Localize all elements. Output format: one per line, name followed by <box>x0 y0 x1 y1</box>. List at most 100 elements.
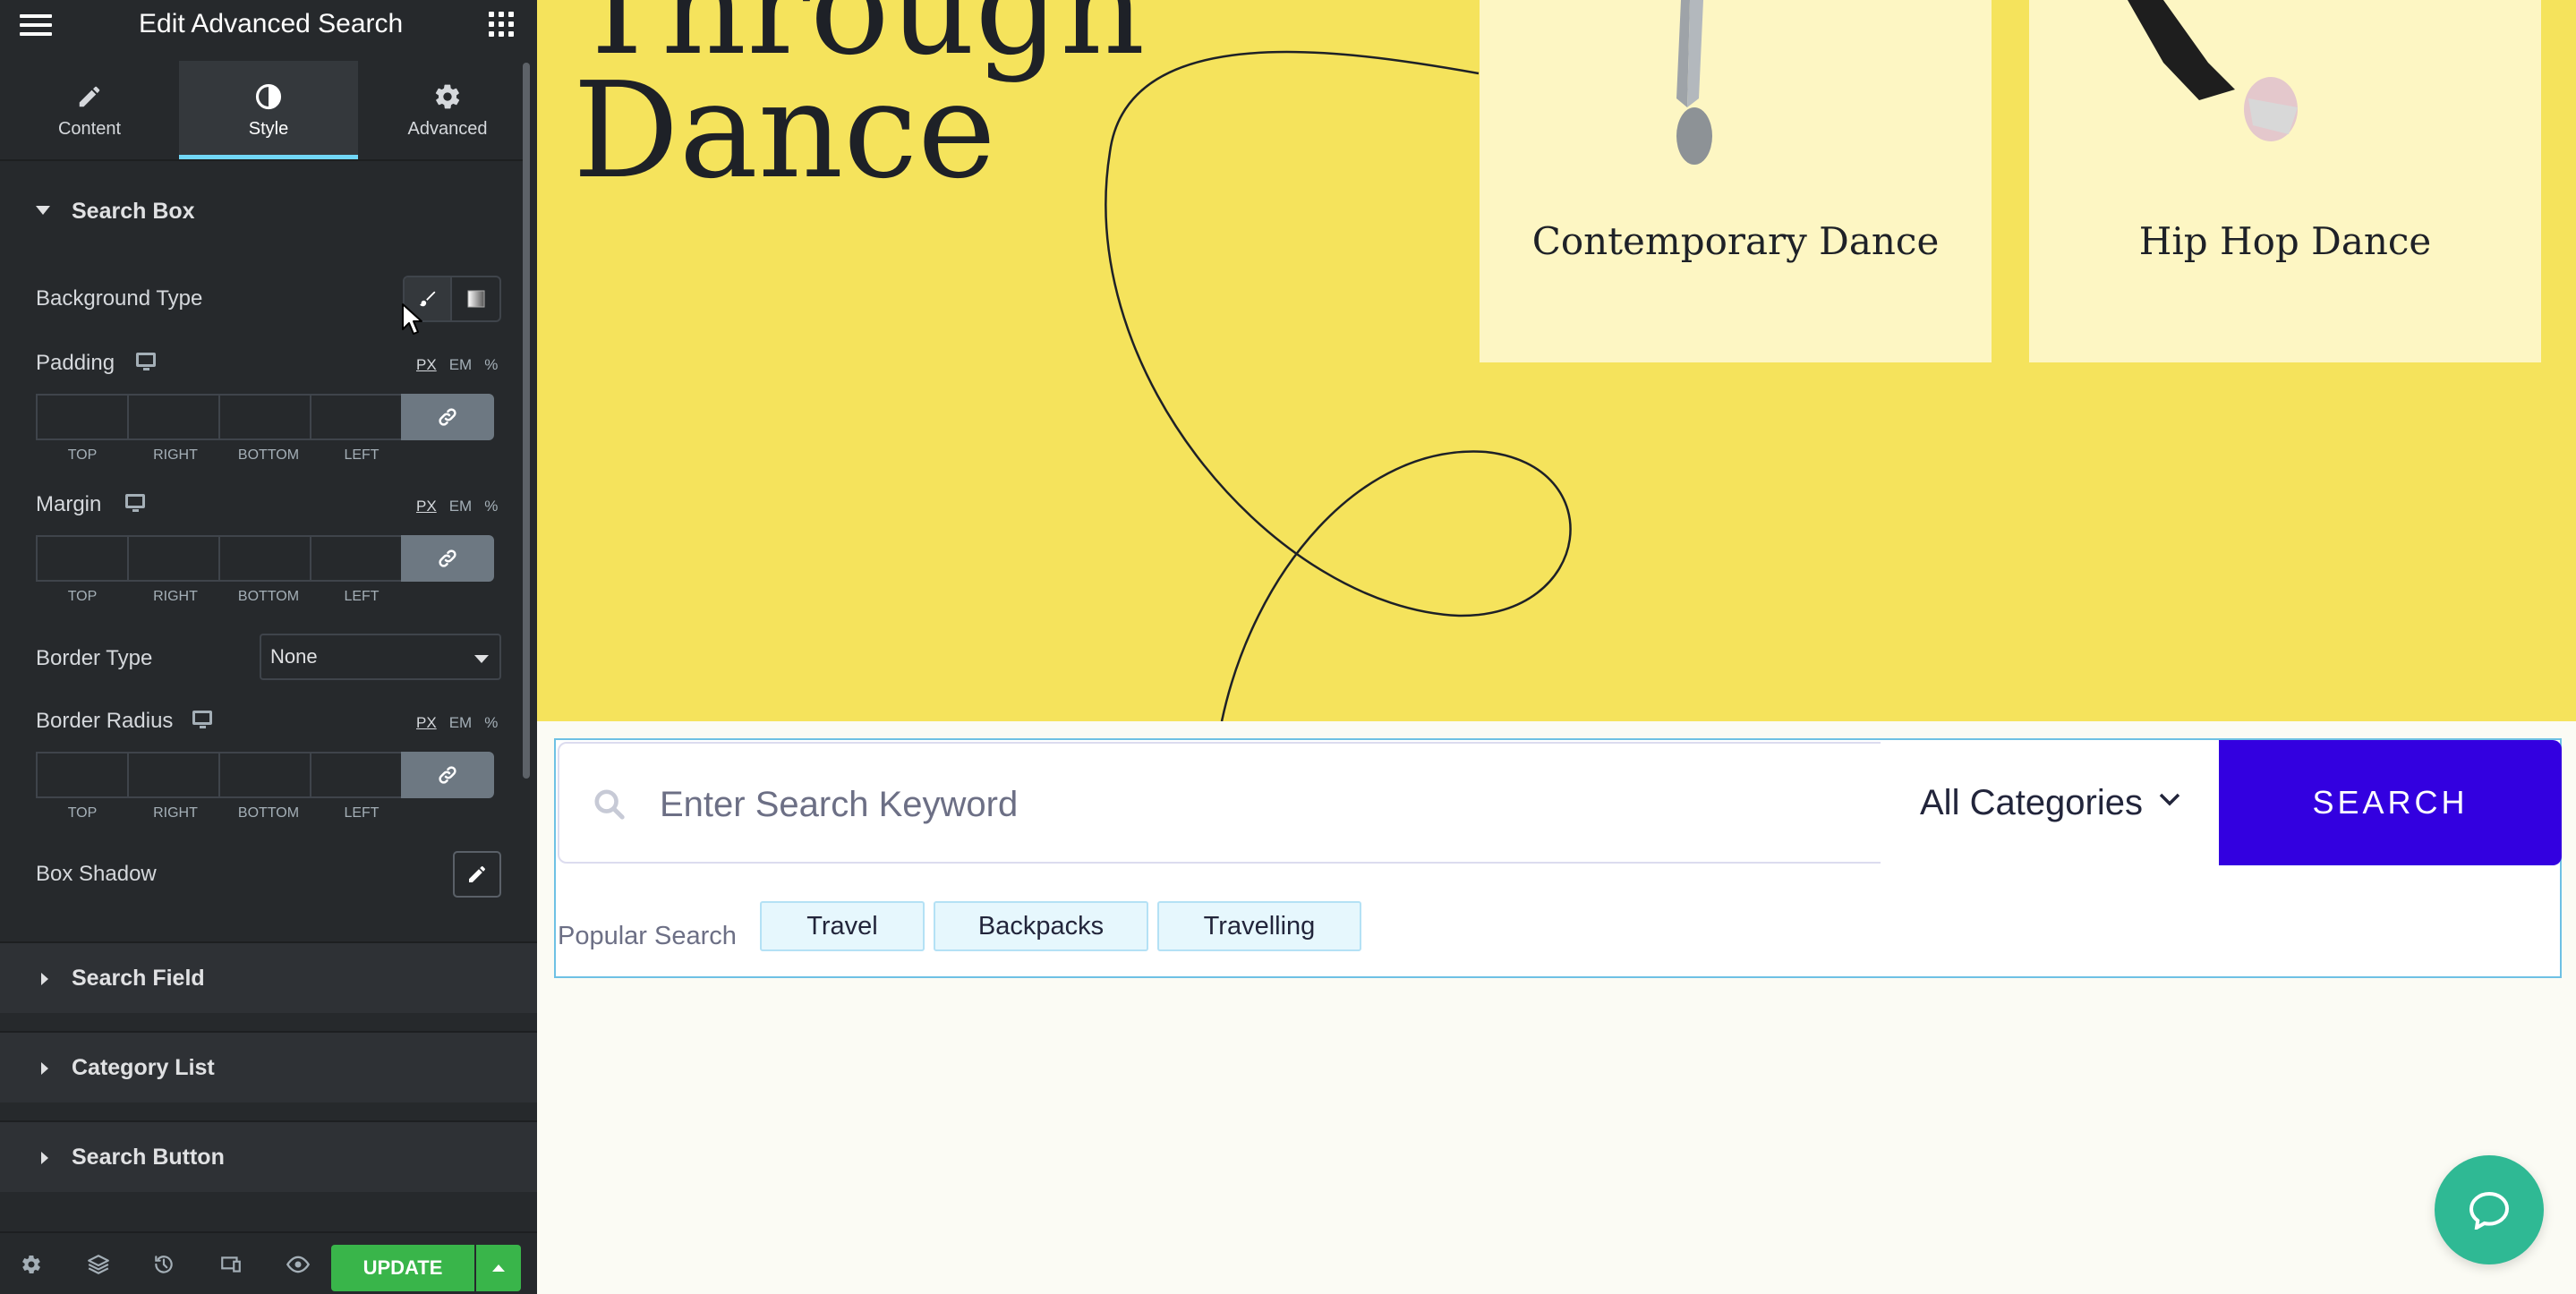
gradient-icon[interactable] <box>452 277 499 320</box>
popular-tag[interactable]: Backpacks <box>934 901 1148 951</box>
tab-advanced[interactable]: Advanced <box>358 61 537 159</box>
dim-label-top: TOP <box>67 589 98 604</box>
half-circle-icon <box>255 82 282 111</box>
popular-search-label: Popular Search <box>558 922 737 950</box>
unit-em[interactable]: EM <box>449 714 473 732</box>
dim-label-top: TOP <box>67 805 98 821</box>
link-values-icon[interactable] <box>401 394 494 440</box>
dim-label-right: RIGHT <box>153 805 198 821</box>
margin-dimensions <box>36 535 501 582</box>
chat-bubble-icon[interactable] <box>2435 1155 2544 1264</box>
dim-label-left: LEFT <box>344 447 380 463</box>
radius-left-input[interactable] <box>310 752 403 798</box>
unit-em[interactable]: EM <box>449 498 473 515</box>
hero-section: Through Dance Contemporary Dance Hip Hop… <box>537 0 2576 721</box>
unit-percent[interactable]: % <box>484 356 498 374</box>
dancer-image <box>2128 0 2298 141</box>
caret-right-icon <box>41 1152 48 1164</box>
layers-icon[interactable] <box>85 1251 112 1278</box>
tab-advanced-label: Advanced <box>407 119 488 139</box>
radius-bottom-input[interactable] <box>218 752 311 798</box>
dance-card[interactable]: Contemporary Dance <box>1480 0 1992 362</box>
dim-label-right: RIGHT <box>153 589 198 604</box>
margin-label: Margin <box>36 492 102 516</box>
section-search-box-header[interactable]: Search Box <box>0 179 524 243</box>
section-search-button[interactable]: Search Button <box>0 1120 537 1192</box>
border-radius-units: PX EM % <box>416 714 498 732</box>
desktop-icon[interactable] <box>136 353 156 370</box>
tab-content-label: Content <box>57 119 122 139</box>
padding-left-input[interactable] <box>310 394 403 440</box>
section-title: Search Box <box>72 198 195 224</box>
popular-tag[interactable]: Travelling <box>1157 901 1361 951</box>
padding-dimensions <box>36 394 501 440</box>
section-title: Search Field <box>72 965 205 991</box>
padding-bottom-input[interactable] <box>218 394 311 440</box>
section-title: Category List <box>72 1054 215 1080</box>
caret-right-icon <box>41 1062 48 1075</box>
dim-label-bottom: BOTTOM <box>237 447 300 463</box>
border-type-label: Border Type <box>36 646 153 670</box>
border-radius-dimensions <box>36 752 501 798</box>
link-values-icon[interactable] <box>401 535 494 582</box>
dim-label-right: RIGHT <box>153 447 198 463</box>
responsive-icon[interactable] <box>218 1251 244 1278</box>
mouse-cursor-icon <box>402 303 422 335</box>
tab-style[interactable]: Style <box>179 61 358 159</box>
margin-bottom-input[interactable] <box>218 535 311 582</box>
unit-px[interactable]: PX <box>416 498 437 515</box>
desktop-icon[interactable] <box>125 494 145 512</box>
dancer-image <box>1676 0 1712 165</box>
border-radius-label: Border Radius <box>36 709 174 733</box>
history-icon[interactable] <box>150 1251 177 1278</box>
dance-card[interactable]: Hip Hop Dance <box>2029 0 2541 362</box>
search-button[interactable]: SEARCH <box>2219 740 2562 865</box>
margin-right-input[interactable] <box>127 535 220 582</box>
padding-right-input[interactable] <box>127 394 220 440</box>
section-search-field[interactable]: Search Field <box>0 941 537 1013</box>
margin-left-input[interactable] <box>310 535 403 582</box>
category-select[interactable]: All Categories <box>1881 742 2221 864</box>
tab-content[interactable]: Content <box>0 61 179 159</box>
popular-tag[interactable]: Travel <box>760 901 925 951</box>
unit-em[interactable]: EM <box>449 356 473 374</box>
edit-pencil-icon[interactable] <box>453 851 501 898</box>
pencil-icon <box>76 82 103 111</box>
dim-label-bottom: BOTTOM <box>237 589 300 604</box>
divider <box>0 159 524 161</box>
chevron-down-icon <box>2159 793 2180 806</box>
unit-percent[interactable]: % <box>484 714 498 732</box>
eye-icon[interactable] <box>285 1251 311 1278</box>
panel-title: Edit Advanced Search <box>139 9 404 38</box>
link-values-icon[interactable] <box>401 752 494 798</box>
radius-right-input[interactable] <box>127 752 220 798</box>
section-category-list[interactable]: Category List <box>0 1031 537 1102</box>
unit-px[interactable]: PX <box>416 714 437 732</box>
unit-px[interactable]: PX <box>416 356 437 374</box>
desktop-icon[interactable] <box>192 711 212 728</box>
tab-style-label: Style <box>248 119 289 139</box>
padding-units: PX EM % <box>416 356 498 374</box>
panel-scrollbar[interactable] <box>523 63 530 779</box>
border-type-select[interactable]: None <box>260 634 501 680</box>
update-button[interactable]: UPDATE <box>331 1245 474 1291</box>
box-shadow-label: Box Shadow <box>36 862 157 886</box>
margin-top-input[interactable] <box>36 535 129 582</box>
settings-gear-icon[interactable] <box>18 1251 45 1278</box>
caret-up-icon[interactable] <box>476 1245 521 1291</box>
search-input[interactable] <box>660 744 1823 865</box>
hero-heading-line: Dance <box>573 54 996 208</box>
editor-panel: Edit Advanced Search Content Style Advan… <box>0 0 537 1294</box>
caret-right-icon <box>41 973 48 985</box>
unit-percent[interactable]: % <box>484 498 498 515</box>
dim-label-top: TOP <box>67 447 98 463</box>
radius-dim-labels: TOP RIGHT BOTTOM LEFT <box>36 805 408 822</box>
search-icon <box>594 789 625 820</box>
radius-top-input[interactable] <box>36 752 129 798</box>
hamburger-menu-icon[interactable] <box>20 13 52 38</box>
search-box[interactable] <box>558 742 1882 865</box>
widgets-grid-icon[interactable] <box>489 12 514 37</box>
panel-footer: UPDATE <box>0 1231 537 1294</box>
padding-top-input[interactable] <box>36 394 129 440</box>
margin-dim-labels: TOP RIGHT BOTTOM LEFT <box>36 589 408 605</box>
